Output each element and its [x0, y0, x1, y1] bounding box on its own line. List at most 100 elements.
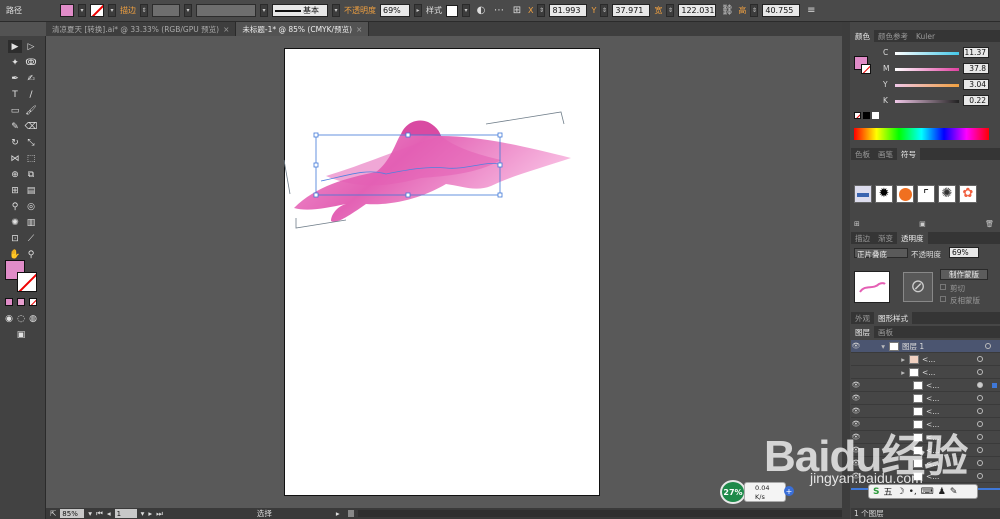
opacity-dropdown[interactable]: ▸ — [414, 4, 422, 17]
w-field[interactable]: 122.031 — [678, 4, 717, 17]
tab-graphic-styles[interactable]: 图形样式 — [874, 312, 912, 324]
draw-inside-icon[interactable]: ◍ — [28, 312, 38, 325]
prev-page-icon[interactable]: ◂ — [107, 509, 111, 518]
expand-arrow-icon[interactable]: ▸ — [861, 368, 905, 377]
rectangle-tool-icon[interactable]: ▭ — [8, 104, 22, 117]
expand-arrow-icon[interactable]: ▾ — [861, 342, 885, 351]
close-icon[interactable]: × — [223, 25, 229, 34]
zoom-dropdown-icon[interactable]: ▾ — [88, 509, 92, 518]
ime-moon-icon[interactable]: ☽ — [897, 487, 905, 497]
stroke-color-box[interactable] — [17, 272, 37, 292]
symbol-frame[interactable]: ⌜ — [917, 185, 935, 203]
target-icon[interactable] — [977, 382, 983, 388]
status-arrow-icon[interactable]: ▸ — [336, 509, 340, 518]
slice-tool-icon[interactable]: ⟋ — [24, 232, 38, 245]
symbol-delete-icon[interactable]: 🗑 — [985, 220, 994, 228]
white-color-icon[interactable] — [872, 112, 879, 119]
yellow-slider[interactable] — [895, 84, 959, 87]
ime-user-icon[interactable]: ♟ — [938, 487, 946, 497]
fill-dropdown[interactable]: ▾ — [78, 4, 86, 17]
visibility-eye-icon[interactable]: 👁 — [851, 342, 861, 350]
page-dropdown-icon[interactable]: ▾ — [141, 509, 145, 518]
paintbrush-icon[interactable]: 🖌 — [24, 104, 38, 117]
pencil-icon[interactable]: ✎ — [8, 120, 22, 133]
y-field[interactable]: 37.971 — [612, 4, 651, 17]
blend-mode-select[interactable]: 正片叠底 — [854, 248, 908, 259]
h-stepper[interactable]: ⇕ — [750, 4, 759, 17]
magenta-slider[interactable] — [895, 68, 959, 71]
pen-tool-icon[interactable]: ✒ — [8, 72, 22, 85]
sublayer-label[interactable]: <... — [922, 355, 935, 364]
black-color-icon[interactable] — [863, 112, 870, 119]
next-page-icon[interactable]: ▸ — [148, 509, 152, 518]
h-field[interactable]: 40.755 — [762, 4, 801, 17]
tab-appearance[interactable]: 外观 — [851, 312, 874, 324]
selection-indicator[interactable] — [992, 382, 997, 388]
network-speed-widget[interactable]: 27% 0.04 K/s + — [720, 480, 794, 504]
layer-name[interactable]: 图层 1 — [902, 341, 924, 352]
transform-reference-icon[interactable]: ⊞ — [510, 4, 524, 18]
no-mask-icon[interactable]: ⊘ — [903, 272, 933, 302]
invert-mask-checkbox[interactable] — [940, 296, 946, 302]
eyedropper-icon[interactable]: ⚲ — [8, 200, 22, 213]
graphic-style-swatch[interactable] — [446, 4, 458, 17]
close-icon[interactable]: × — [356, 25, 362, 34]
layer-row-1[interactable]: ▸ <... — [851, 353, 1000, 366]
tab-stroke[interactable]: 描边 — [851, 232, 874, 244]
panel-menu-icon[interactable]: ≡ — [804, 4, 818, 18]
free-transform-icon[interactable]: ⬚ — [24, 152, 38, 165]
symbol-library-icon[interactable]: ⊞ — [854, 220, 860, 228]
line-tool-icon[interactable]: / — [24, 88, 38, 101]
export-icon[interactable]: ⇱ — [50, 509, 56, 518]
tab-swatches[interactable]: 色板 — [851, 148, 874, 160]
make-mask-button[interactable]: 制作蒙版 — [940, 269, 988, 280]
sublayer-label[interactable]: <... — [922, 368, 935, 377]
gradient-tool-icon[interactable]: ▤ — [24, 184, 38, 197]
canvas-area[interactable] — [46, 36, 842, 508]
align-icon[interactable]: ⋯ — [492, 4, 506, 18]
symbol-ring[interactable]: ✺ — [938, 185, 956, 203]
eraser-icon[interactable]: ⌫ — [24, 120, 38, 133]
stroke-weight-dropdown[interactable]: ▾ — [184, 4, 192, 17]
ime-punct-icon[interactable]: •, — [909, 487, 917, 497]
tab-brushes[interactable]: 画笔 — [874, 148, 897, 160]
symbol-orange-ball[interactable] — [896, 185, 914, 203]
scale-tool-icon[interactable]: ⤡ — [24, 136, 38, 149]
cyan-value[interactable]: 11.37 — [963, 47, 989, 58]
target-icon[interactable] — [985, 343, 991, 349]
transparency-opacity-field[interactable]: 69% — [949, 247, 979, 258]
tab-layers[interactable]: 图层 — [851, 326, 874, 338]
x-stepper[interactable]: ⇕ — [537, 4, 546, 17]
stroke-swatch[interactable] — [90, 4, 104, 17]
perspective-grid-icon[interactable]: ⧉ — [24, 168, 38, 181]
symbol-splat[interactable]: ✹ — [875, 185, 893, 203]
tab-kuler[interactable]: Kuler — [912, 30, 939, 42]
variable-width-dropdown[interactable]: ▾ — [260, 4, 268, 17]
graph-tool-icon[interactable]: ▥ — [24, 216, 38, 229]
curvature-tool-icon[interactable]: ✍ — [24, 72, 38, 85]
tab-document-1[interactable]: 清凉夏天 [转换].ai* @ 33.33% (RGB/GPU 预览) × — [46, 22, 237, 36]
fill-swatch[interactable] — [60, 4, 74, 17]
stroke-dropdown[interactable]: ▾ — [108, 4, 116, 17]
target-icon[interactable] — [977, 356, 983, 362]
clip-checkbox[interactable] — [940, 284, 946, 290]
target-icon[interactable] — [977, 369, 983, 375]
ime-mode-label[interactable]: 五 — [883, 485, 892, 498]
tab-gradient[interactable]: 渐变 — [874, 232, 897, 244]
ime-tools-icon[interactable]: ✎ — [950, 487, 958, 497]
black-slider[interactable] — [895, 100, 959, 103]
panel-stroke-swatch[interactable] — [861, 64, 871, 74]
constrain-proportions-icon[interactable]: ⛓ — [720, 4, 734, 18]
horizontal-scroll-left[interactable] — [347, 510, 354, 517]
none-mode-icon[interactable] — [29, 298, 37, 306]
color-mode-icon[interactable] — [5, 298, 13, 306]
blend-tool-icon[interactable]: ◎ — [24, 200, 38, 213]
type-tool-icon[interactable]: T — [8, 88, 22, 101]
cyan-slider[interactable] — [895, 52, 959, 55]
horizontal-scrollbar[interactable] — [357, 510, 842, 517]
object-thumbnail[interactable] — [854, 271, 890, 303]
zoom-field[interactable]: 85% — [60, 509, 85, 518]
speed-add-icon[interactable]: + — [784, 486, 794, 496]
selection-tool-icon[interactable]: ▶ — [8, 40, 22, 53]
first-page-icon[interactable]: ⏮ — [96, 509, 103, 519]
